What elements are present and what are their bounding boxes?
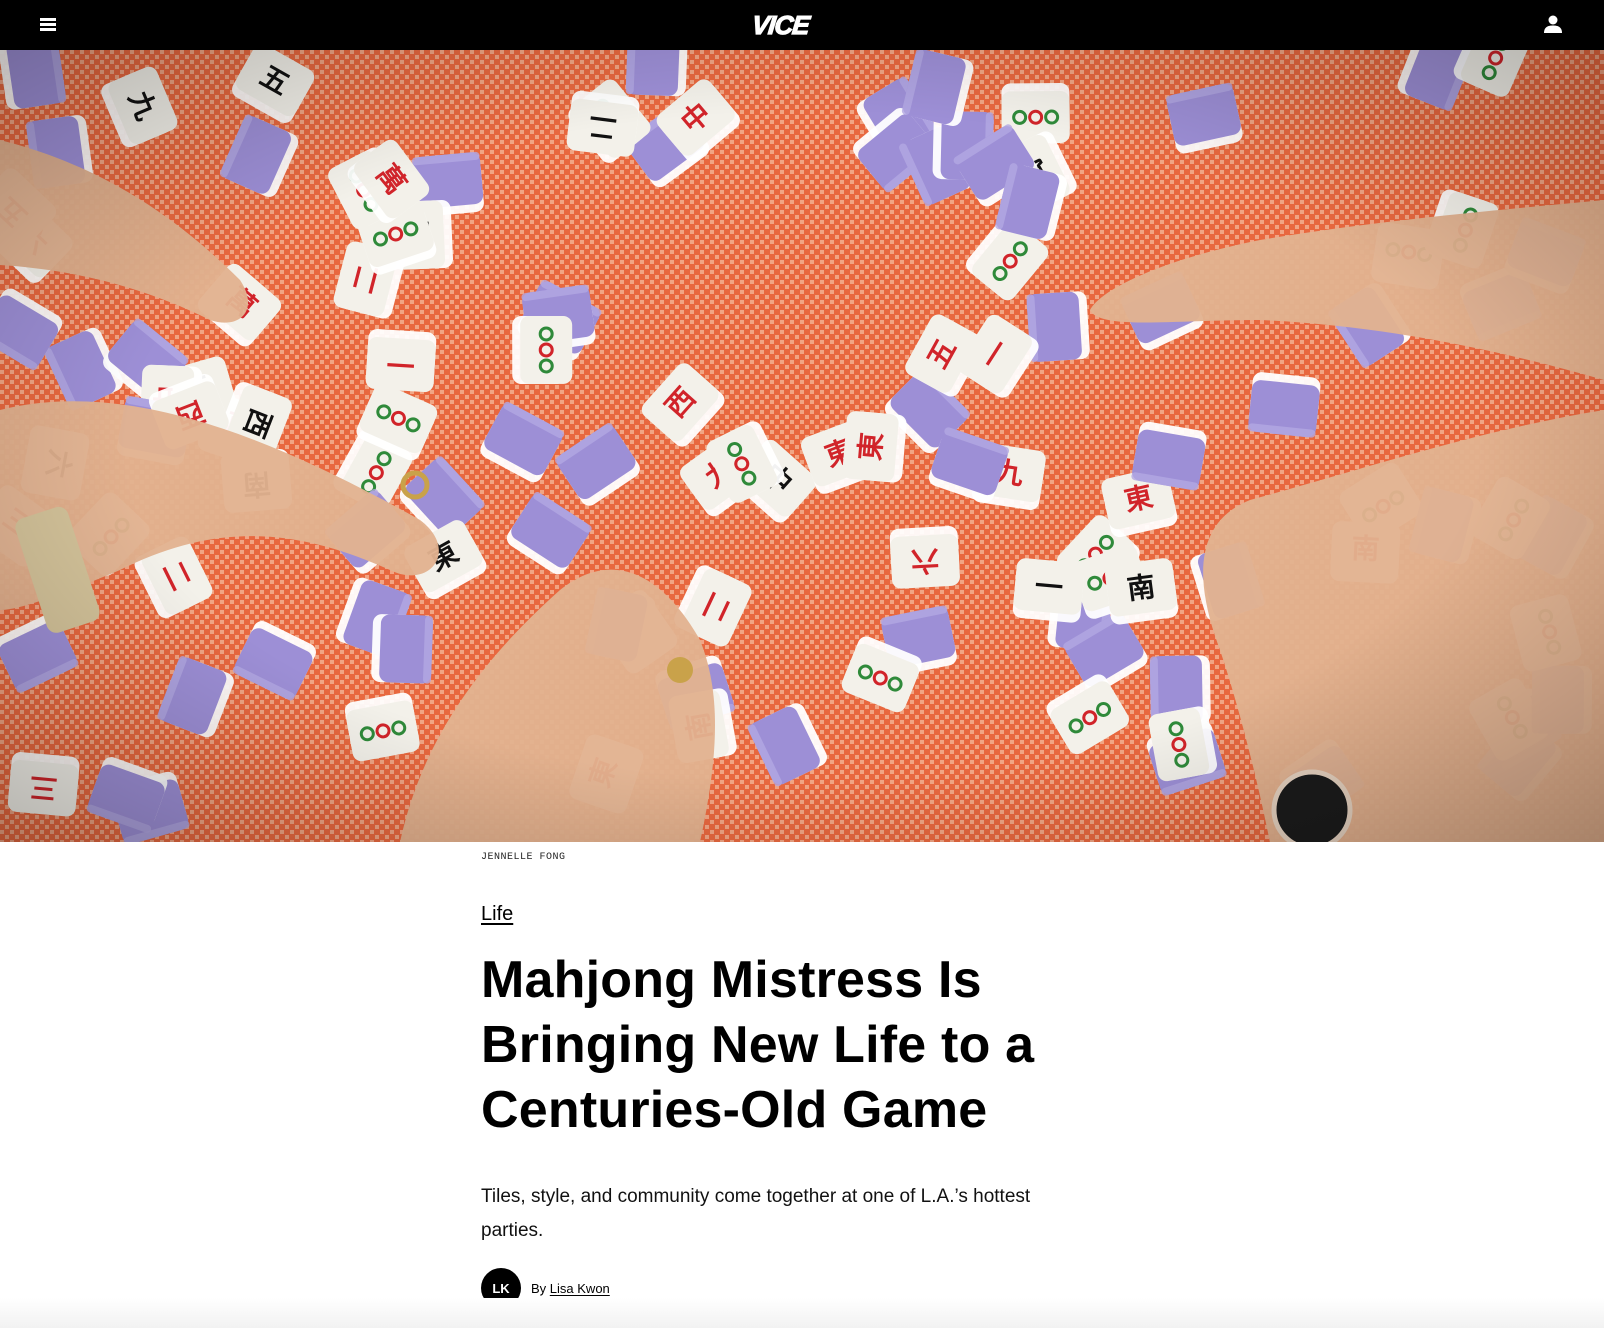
photo-credit: JENNELLE FONG (481, 852, 566, 863)
article-dek: Tiles, style, and community come togethe… (481, 1186, 1031, 1241)
vignette (0, 50, 1604, 842)
page-bottom-fade (0, 1298, 1604, 1328)
user-silhouette-icon (1544, 15, 1562, 33)
article-headline: Mahjong Mistress Is Bringing New Life to… (481, 951, 1035, 1139)
user-account-icon[interactable] (1541, 12, 1565, 36)
menu-line (40, 18, 56, 21)
byline-text: By Lisa Kwon (531, 1281, 610, 1296)
mahjong-table-illustration: 中南三中五九五萬二九南萬三五一九六東東中西六三六東萬西中二二一南一西萬二南東五東 (0, 50, 1604, 842)
top-navigation-bar: VICE (0, 0, 1604, 50)
vice-logo-icon: VICE (750, 9, 814, 40)
category-link[interactable]: Life (481, 903, 513, 926)
menu-line (40, 28, 56, 31)
byline-prefix: By (531, 1280, 547, 1296)
hero-image: 中南三中五九五萬二九南萬三五一九六東東中西六三六東萬西中二二一南一西萬二南東五東 (0, 50, 1604, 842)
hamburger-menu-icon[interactable] (38, 16, 60, 34)
author-link[interactable]: Lisa Kwon (550, 1281, 610, 1296)
vice-logo-text: VICE (751, 10, 813, 40)
menu-line (40, 23, 56, 26)
vice-logo[interactable]: VICE (742, 9, 822, 40)
